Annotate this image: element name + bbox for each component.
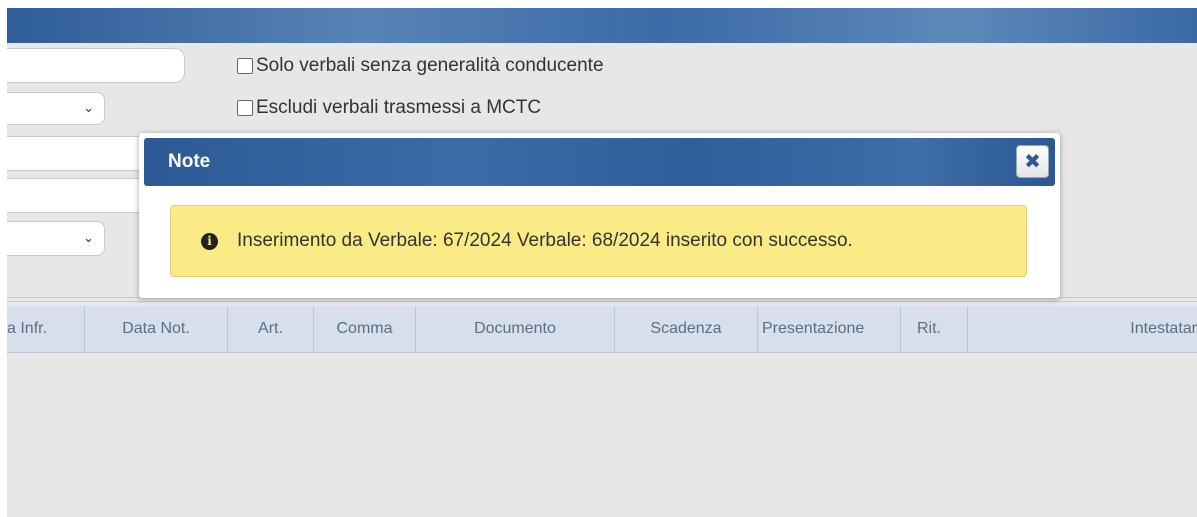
column-header-data-infr[interactable]: a Infr. (7, 306, 85, 352)
filter-select-2[interactable]: ⌄ (7, 221, 105, 256)
chevron-down-icon: ⌄ (83, 229, 94, 245)
filter-text-field-3[interactable] (7, 178, 147, 213)
close-button[interactable]: ✖ (1016, 145, 1049, 178)
success-alert: i Inserimento da Verbale: 67/2024 Verbal… (170, 205, 1027, 277)
grid-header: a Infr. Data Not. Art. Comma Documento S… (7, 306, 1197, 353)
column-header-intestatario[interactable]: Intestatar (968, 306, 1197, 352)
info-icon: i (201, 232, 218, 250)
exclude-mctc-label: Escludi verbali trasmessi a MCTC (256, 97, 542, 118)
column-header-art[interactable]: Art. (228, 306, 314, 352)
exclude-mctc-checkbox[interactable] (237, 100, 253, 116)
column-header-presentazione[interactable]: Presentazione (758, 306, 901, 352)
filter-text-field-2[interactable] (7, 136, 147, 171)
column-header-documento[interactable]: Documento (416, 306, 615, 352)
no-driver-label: Solo verbali senza generalità conducente (256, 55, 604, 76)
alert-message: Inserimento da Verbale: 67/2024 Verbale:… (237, 230, 853, 251)
filter-text-field-1[interactable] (7, 48, 185, 83)
filter-select-1[interactable]: ⌄ (7, 92, 105, 125)
no-driver-checkbox[interactable] (237, 58, 253, 74)
chevron-down-icon: ⌄ (83, 99, 94, 115)
exclude-mctc-option[interactable]: Escludi verbali trasmessi a MCTC (237, 97, 541, 119)
top-header-bar (7, 8, 1197, 43)
no-driver-option[interactable]: Solo verbali senza generalità conducente (237, 55, 604, 77)
column-header-data-not[interactable]: Data Not. (85, 306, 228, 352)
column-header-rit[interactable]: Rit. (901, 306, 968, 352)
dialog-header[interactable]: Note ✖ (144, 138, 1055, 186)
column-header-comma[interactable]: Comma (314, 306, 416, 352)
close-icon: ✖ (1024, 151, 1041, 173)
column-header-scadenza[interactable]: Scadenza (615, 306, 758, 352)
dialog-title: Note (168, 151, 211, 172)
note-dialog: Note ✖ i Inserimento da Verbale: 67/2024… (139, 133, 1060, 298)
